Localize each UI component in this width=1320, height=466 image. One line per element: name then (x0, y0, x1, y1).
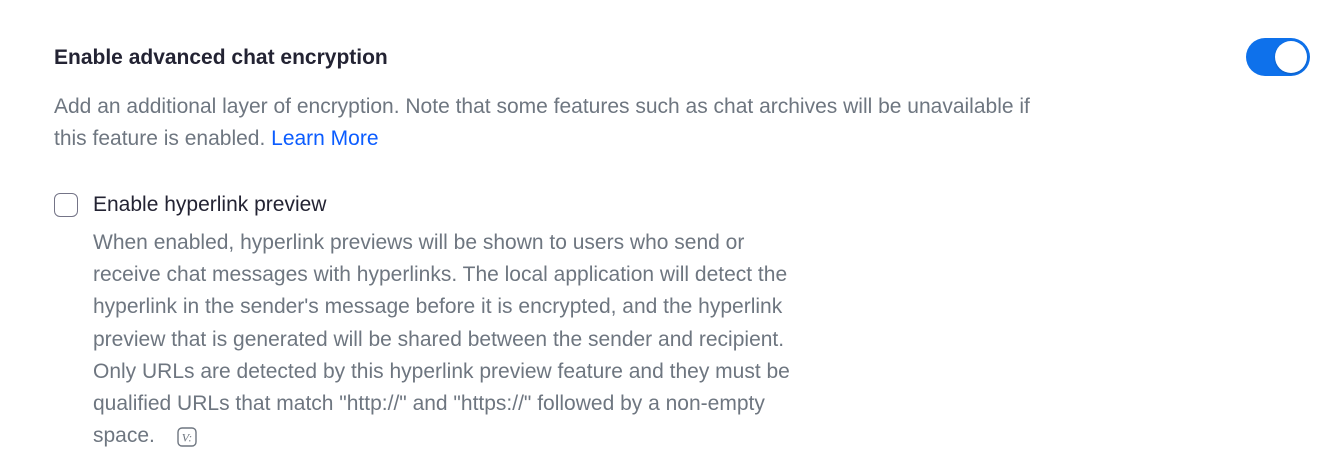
description-line: Only URLs are detected by this hyperlink… (93, 359, 790, 383)
hyperlink-preview-description: When enabled, hyperlink previews will be… (93, 227, 933, 452)
toggle-knob (1275, 41, 1307, 73)
svg-text:V:: V: (182, 430, 193, 444)
description-line-last: space. V: (93, 420, 933, 452)
description-line: When enabled, hyperlink previews will be… (93, 231, 745, 254)
description-line: preview that is generated will be shared… (93, 327, 785, 351)
description-line-text: space. (93, 424, 155, 448)
description-line: receive chat messages with hyperlinks. T… (93, 263, 788, 287)
setting-title: Enable advanced chat encryption (54, 46, 388, 69)
advanced-chat-encryption-setting: Enable advanced chat encryption Add an a… (54, 0, 1320, 466)
hyperlink-preview-label[interactable]: Enable hyperlink preview (93, 191, 326, 219)
setting-description-text: Add an additional layer of encryption. N… (54, 95, 1030, 150)
learn-more-link[interactable]: Learn More (271, 127, 378, 150)
v-badge-icon[interactable]: V: (177, 425, 197, 447)
description-line: hyperlink in the sender's message before… (93, 295, 783, 319)
hyperlink-preview-checkbox[interactable] (54, 193, 78, 217)
advanced-encryption-toggle[interactable] (1246, 38, 1310, 76)
setting-description: Add an additional layer of encryption. N… (54, 91, 1064, 155)
description-line: qualified URLs that match "http://" and … (93, 392, 765, 416)
